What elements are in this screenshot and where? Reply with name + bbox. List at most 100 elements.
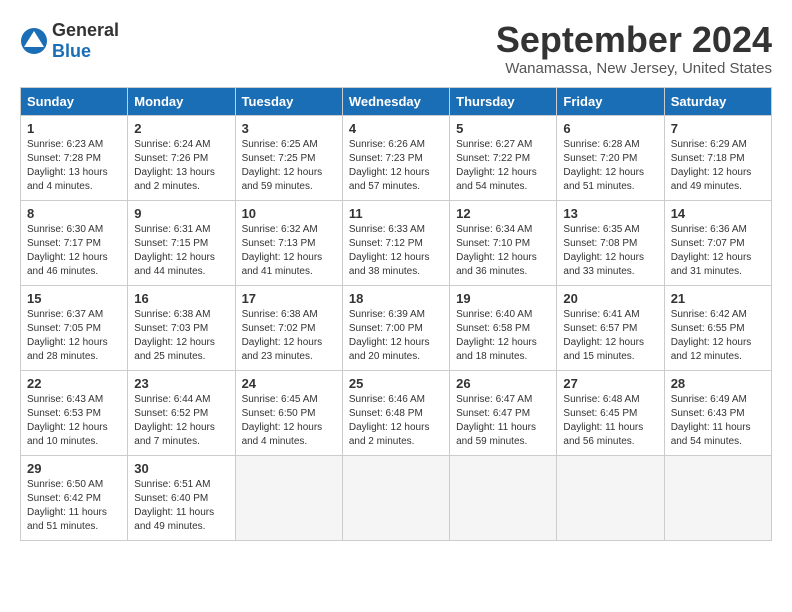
calendar-cell: 1Sunrise: 6:23 AMSunset: 7:28 PMDaylight…	[21, 115, 128, 200]
day-info: Sunrise: 6:30 AMSunset: 7:17 PMDaylight:…	[27, 223, 121, 279]
day-info: Sunrise: 6:31 AMSunset: 7:15 PMDaylight:…	[134, 223, 228, 279]
calendar-cell: 2 Sunrise: 6:24 AMSunset: 7:26 PMDaylight…	[128, 115, 235, 200]
calendar-cell: 28 Sunrise: 6:49 AMSunset: 6:43 PMDayligh…	[664, 370, 771, 455]
calendar-cell	[342, 455, 449, 540]
day-number: 21	[671, 291, 765, 306]
day-info: Sunrise: 6:33 AMSunset: 7:12 PMDaylight:…	[349, 223, 443, 279]
column-header-tuesday: Tuesday	[235, 87, 342, 115]
month-title: September 2024	[496, 20, 772, 60]
calendar-cell: 23Sunrise: 6:44 AMSunset: 6:52 PMDayligh…	[128, 370, 235, 455]
day-number: 3	[242, 121, 336, 136]
column-header-thursday: Thursday	[450, 87, 557, 115]
day-info: Sunrise: 6:27 AMSunset: 7:22 PMDaylight:…	[456, 138, 550, 194]
calendar-week-row: 1Sunrise: 6:23 AMSunset: 7:28 PMDaylight…	[21, 115, 772, 200]
calendar-week-row: 29 Sunrise: 6:50 AMSunset: 6:42 PMDayligh…	[21, 455, 772, 540]
calendar-cell: 30Sunrise: 6:51 AMSunset: 6:40 PMDayligh…	[128, 455, 235, 540]
calendar-cell: 24 Sunrise: 6:45 AMSunset: 6:50 PMDayligh…	[235, 370, 342, 455]
calendar-cell: 14 Sunrise: 6:36 AMSunset: 7:07 PMDayligh…	[664, 200, 771, 285]
logo-icon	[20, 27, 48, 55]
day-number: 24	[242, 376, 336, 391]
day-info: Sunrise: 6:38 AMSunset: 7:03 PMDaylight:…	[134, 308, 228, 364]
day-number: 22	[27, 376, 121, 391]
calendar-cell: 3 Sunrise: 6:25 AMSunset: 7:25 PMDaylight…	[235, 115, 342, 200]
calendar-cell: 18 Sunrise: 6:39 AMSunset: 7:00 PMDayligh…	[342, 285, 449, 370]
title-block: September 2024 Wanamassa, New Jersey, Un…	[496, 20, 772, 77]
calendar-cell: 15 Sunrise: 6:37 AMSunset: 7:05 PMDayligh…	[21, 285, 128, 370]
calendar-cell: 4 Sunrise: 6:26 AMSunset: 7:23 PMDaylight…	[342, 115, 449, 200]
calendar-cell: 27 Sunrise: 6:48 AMSunset: 6:45 PMDayligh…	[557, 370, 664, 455]
day-info: Sunrise: 6:28 AMSunset: 7:20 PMDaylight:…	[563, 138, 657, 194]
day-number: 28	[671, 376, 765, 391]
day-info: Sunrise: 6:38 AMSunset: 7:02 PMDaylight:…	[242, 308, 336, 364]
calendar-cell: 22 Sunrise: 6:43 AMSunset: 6:53 PMDayligh…	[21, 370, 128, 455]
day-number: 6	[563, 121, 657, 136]
calendar-cell: 10 Sunrise: 6:32 AMSunset: 7:13 PMDayligh…	[235, 200, 342, 285]
calendar-cell: 29 Sunrise: 6:50 AMSunset: 6:42 PMDayligh…	[21, 455, 128, 540]
calendar-week-row: 8 Sunrise: 6:30 AMSunset: 7:17 PMDaylight…	[21, 200, 772, 285]
column-header-saturday: Saturday	[664, 87, 771, 115]
day-number: 2	[134, 121, 228, 136]
calendar-cell	[664, 455, 771, 540]
day-number: 12	[456, 206, 550, 221]
day-info: Sunrise: 6:45 AMSunset: 6:50 PMDaylight:…	[242, 393, 336, 449]
day-info: Sunrise: 6:24 AMSunset: 7:26 PMDaylight:…	[134, 138, 228, 194]
calendar-cell: 25 Sunrise: 6:46 AMSunset: 6:48 PMDayligh…	[342, 370, 449, 455]
calendar-table: SundayMondayTuesdayWednesdayThursdayFrid…	[20, 87, 772, 541]
logo-text-general: General	[52, 20, 119, 40]
calendar-cell: 16Sunrise: 6:38 AMSunset: 7:03 PMDayligh…	[128, 285, 235, 370]
calendar-cell: 12 Sunrise: 6:34 AMSunset: 7:10 PMDayligh…	[450, 200, 557, 285]
day-number: 29	[27, 461, 121, 476]
day-number: 26	[456, 376, 550, 391]
day-info: Sunrise: 6:35 AMSunset: 7:08 PMDaylight:…	[563, 223, 657, 279]
calendar-cell: 6 Sunrise: 6:28 AMSunset: 7:20 PMDaylight…	[557, 115, 664, 200]
calendar-cell: 9 Sunrise: 6:31 AMSunset: 7:15 PMDaylight…	[128, 200, 235, 285]
day-info: Sunrise: 6:41 AMSunset: 6:57 PMDaylight:…	[563, 308, 657, 364]
calendar-cell	[450, 455, 557, 540]
day-info: Sunrise: 6:48 AMSunset: 6:45 PMDaylight:…	[563, 393, 657, 449]
day-number: 11	[349, 206, 443, 221]
day-info: Sunrise: 6:43 AMSunset: 6:53 PMDaylight:…	[27, 393, 121, 449]
calendar-cell: 7 Sunrise: 6:29 AMSunset: 7:18 PMDaylight…	[664, 115, 771, 200]
calendar-cell: 20Sunrise: 6:41 AMSunset: 6:57 PMDayligh…	[557, 285, 664, 370]
column-header-wednesday: Wednesday	[342, 87, 449, 115]
day-info: Sunrise: 6:34 AMSunset: 7:10 PMDaylight:…	[456, 223, 550, 279]
day-info: Sunrise: 6:39 AMSunset: 7:00 PMDaylight:…	[349, 308, 443, 364]
calendar-cell: 19Sunrise: 6:40 AMSunset: 6:58 PMDayligh…	[450, 285, 557, 370]
day-number: 13	[563, 206, 657, 221]
day-info: Sunrise: 6:36 AMSunset: 7:07 PMDaylight:…	[671, 223, 765, 279]
column-header-sunday: Sunday	[21, 87, 128, 115]
location-title: Wanamassa, New Jersey, United States	[496, 60, 772, 77]
day-info: Sunrise: 6:26 AMSunset: 7:23 PMDaylight:…	[349, 138, 443, 194]
day-info: Sunrise: 6:32 AMSunset: 7:13 PMDaylight:…	[242, 223, 336, 279]
day-info: Sunrise: 6:29 AMSunset: 7:18 PMDaylight:…	[671, 138, 765, 194]
day-number: 25	[349, 376, 443, 391]
day-info: Sunrise: 6:37 AMSunset: 7:05 PMDaylight:…	[27, 308, 121, 364]
day-info: Sunrise: 6:23 AMSunset: 7:28 PMDaylight:…	[27, 138, 121, 194]
day-number: 9	[134, 206, 228, 221]
day-info: Sunrise: 6:47 AMSunset: 6:47 PMDaylight:…	[456, 393, 550, 449]
page-header: General Blue September 2024 Wanamassa, N…	[20, 20, 772, 77]
day-number: 14	[671, 206, 765, 221]
day-number: 7	[671, 121, 765, 136]
day-number: 17	[242, 291, 336, 306]
calendar-cell: 13 Sunrise: 6:35 AMSunset: 7:08 PMDayligh…	[557, 200, 664, 285]
day-number: 30	[134, 461, 228, 476]
day-number: 4	[349, 121, 443, 136]
day-info: Sunrise: 6:44 AMSunset: 6:52 PMDaylight:…	[134, 393, 228, 449]
calendar-cell: 5Sunrise: 6:27 AMSunset: 7:22 PMDaylight…	[450, 115, 557, 200]
day-info: Sunrise: 6:50 AMSunset: 6:42 PMDaylight:…	[27, 478, 121, 534]
day-number: 27	[563, 376, 657, 391]
calendar-cell: 8 Sunrise: 6:30 AMSunset: 7:17 PMDaylight…	[21, 200, 128, 285]
day-info: Sunrise: 6:49 AMSunset: 6:43 PMDaylight:…	[671, 393, 765, 449]
day-number: 10	[242, 206, 336, 221]
day-info: Sunrise: 6:46 AMSunset: 6:48 PMDaylight:…	[349, 393, 443, 449]
day-number: 19	[456, 291, 550, 306]
day-number: 18	[349, 291, 443, 306]
day-number: 15	[27, 291, 121, 306]
column-header-friday: Friday	[557, 87, 664, 115]
day-info: Sunrise: 6:25 AMSunset: 7:25 PMDaylight:…	[242, 138, 336, 194]
calendar-cell: 11 Sunrise: 6:33 AMSunset: 7:12 PMDayligh…	[342, 200, 449, 285]
calendar-week-row: 15 Sunrise: 6:37 AMSunset: 7:05 PMDayligh…	[21, 285, 772, 370]
day-number: 8	[27, 206, 121, 221]
logo-text-blue: Blue	[52, 41, 91, 61]
